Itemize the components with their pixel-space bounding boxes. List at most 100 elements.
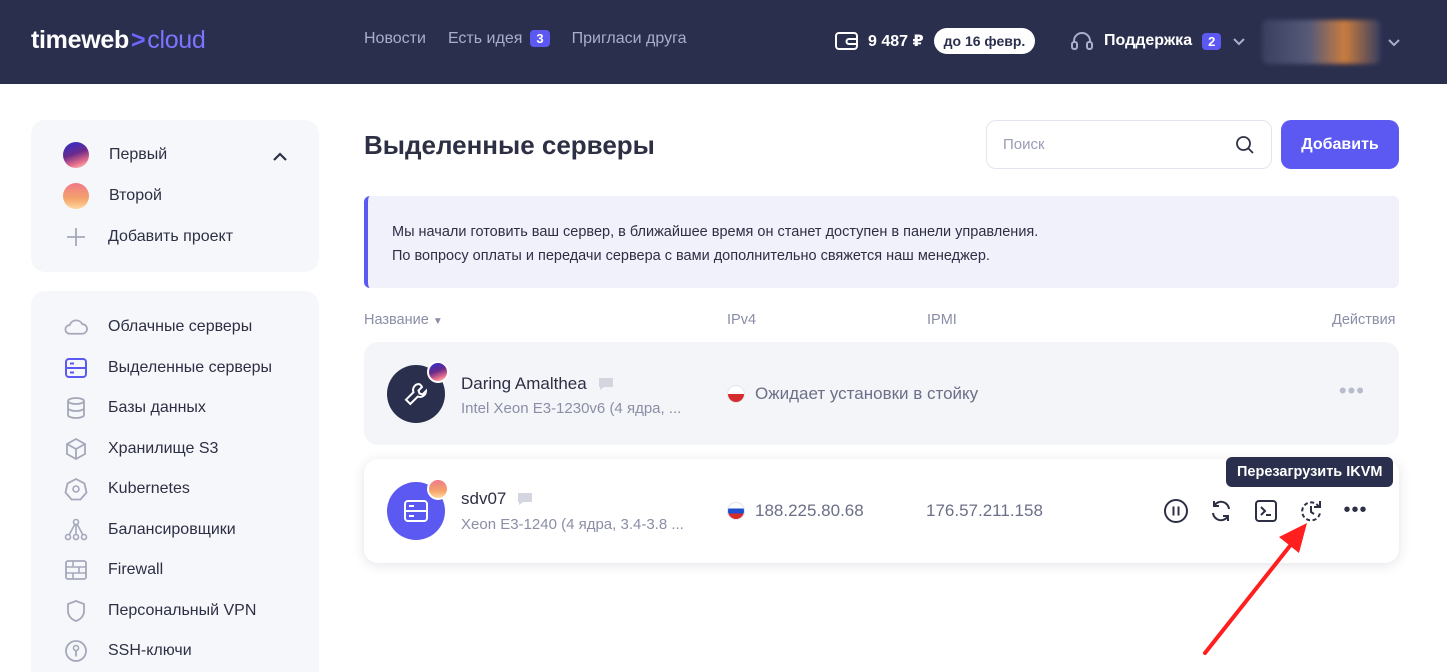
sidebar-item-label: Выделенные серверы (108, 358, 273, 376)
logo-text: timeweb (31, 26, 129, 54)
sort-caret-icon: ▼ (432, 316, 443, 327)
sidebar-item-databases[interactable]: Базы данных (63, 395, 206, 420)
server-name[interactable]: sdv07 (461, 489, 534, 509)
project-avatar (427, 361, 449, 383)
server-name-text: sdv07 (461, 489, 507, 508)
server-ipv4[interactable]: 188.225.80.68 (727, 501, 864, 521)
info-notice: Мы начали готовить ваш сервер, в ближайш… (364, 196, 1399, 288)
sidebar-item-balancers[interactable]: Балансировщики (63, 517, 236, 542)
top-nav: Новости Есть идея 3 Пригласи друга (364, 30, 686, 48)
sidebar-item-firewall[interactable]: Firewall (63, 557, 163, 582)
project-label: Второй (109, 187, 162, 204)
sidebar-item-ssh-keys[interactable]: SSH-ключи (63, 638, 192, 663)
sidebar-item-kubernetes[interactable]: Kubernetes (63, 476, 190, 501)
sidebar-item-label: Kubernetes (108, 479, 190, 497)
project-avatar (63, 142, 89, 168)
notice-line: По вопросу оплаты и передачи сервера с в… (392, 248, 990, 264)
more-actions-button[interactable]: ••• (1339, 378, 1365, 404)
server-ipmi[interactable]: 176.57.211.158 (926, 501, 1043, 521)
balance-until-badge: до 16 февр. (933, 28, 1036, 54)
chevron-down-icon (1233, 38, 1246, 46)
cube-icon (63, 436, 88, 461)
add-project-label: Добавить проект (108, 227, 234, 245)
project-second[interactable]: Второй (63, 183, 162, 209)
server-avatar (387, 361, 449, 423)
firewall-icon (63, 557, 88, 582)
project-label: Первый (109, 146, 168, 163)
pause-icon (1163, 498, 1188, 523)
more-actions-button[interactable]: ••• (1342, 497, 1369, 524)
sidebar-item-vpn[interactable]: Персональный VPN (63, 598, 256, 623)
kubernetes-icon (63, 476, 88, 501)
sidebar-item-label: Базы данных (108, 398, 206, 416)
annotation-arrow-icon (1203, 523, 1307, 655)
project-switcher: Первый Второй Добавить проект (31, 120, 319, 272)
sidebar-item-label: Персональный VPN (108, 601, 257, 619)
top-header: timeweb>cloud Новости Есть идея 3 Приглас… (0, 0, 1447, 84)
balancer-icon (63, 517, 88, 542)
sidebar-item-label: Firewall (108, 560, 164, 578)
server-spec: Xeon E3-1240 (4 ядра, 3.4-3.8 ... (461, 516, 684, 533)
flag-icon (727, 385, 745, 403)
page-title: Выделенные серверы (364, 130, 655, 160)
sidebar-item-label: Балансировщики (108, 520, 236, 538)
nav-idea[interactable]: Есть идея 3 (448, 30, 550, 48)
project-avatar (427, 478, 449, 500)
support-badge: 2 (1202, 32, 1222, 50)
server-icon (404, 500, 428, 522)
search-icon[interactable] (1235, 135, 1255, 155)
nav-idea-label: Есть идея (447, 30, 523, 47)
add-button[interactable]: Добавить (1281, 120, 1399, 169)
cloud-icon (63, 314, 88, 339)
support-label: Поддержка (1104, 32, 1193, 49)
server-spec: Intel Xeon E3-1230v6 (4 ядра, ... (461, 400, 682, 417)
project-first[interactable]: Первый (63, 142, 167, 168)
server-avatar (387, 478, 449, 540)
key-icon (63, 638, 88, 663)
chevron-up-icon[interactable] (271, 148, 289, 166)
wrench-icon (404, 382, 428, 406)
balance[interactable]: 9 487 ₽ до 16 февр. (834, 28, 1036, 54)
table-row[interactable]: Daring Amalthea Intel Xeon E3-1230v6 (4 … (364, 342, 1399, 445)
status-text: Ожидает установки в стойку (755, 384, 979, 403)
nav-invite[interactable]: Пригласи друга (572, 30, 687, 48)
user-account-blurred[interactable] (1262, 20, 1380, 64)
column-name-label: Название (364, 312, 429, 328)
server-icon (63, 355, 88, 380)
shield-icon (63, 598, 88, 623)
column-header-actions: Действия (1332, 312, 1396, 328)
search-input[interactable] (1003, 136, 1235, 153)
nav-news[interactable]: Новости (364, 30, 426, 48)
search-box[interactable] (986, 120, 1272, 169)
nav-idea-badge: 3 (530, 30, 550, 47)
server-status: Ожидает установки в стойку (727, 384, 978, 404)
sidebar-item-dedicated-servers[interactable]: Выделенные серверы (63, 355, 272, 380)
sidebar-item-cloud-servers[interactable]: Облачные серверы (63, 314, 252, 339)
comment-icon[interactable] (597, 376, 615, 392)
database-icon (63, 395, 88, 420)
support-menu[interactable]: Поддержка 2 (1070, 29, 1247, 53)
sidebar-item-label: SSH-ключи (108, 641, 192, 659)
flag-icon (727, 502, 745, 520)
balance-amount: 9 487 ₽ (868, 33, 924, 50)
notice-line: Мы начали готовить ваш сервер, в ближайш… (392, 224, 1039, 240)
column-header-name[interactable]: Название ▼ (364, 312, 443, 328)
column-header-ipv4: IPv4 (727, 312, 757, 328)
server-name[interactable]: Daring Amalthea (461, 374, 615, 394)
comment-icon[interactable] (516, 491, 534, 507)
project-avatar (63, 183, 89, 209)
logo[interactable]: timeweb>cloud (31, 26, 206, 55)
column-header-ipmi: IPMI (927, 312, 957, 328)
headset-icon (1071, 32, 1093, 50)
plus-icon (63, 224, 88, 249)
pause-button[interactable] (1162, 497, 1189, 524)
ipv4-text: 188.225.80.68 (755, 501, 864, 520)
logo-arrow: > (130, 26, 146, 54)
sidebar-item-label: Облачные серверы (108, 317, 253, 335)
tooltip: Перезагрузить IKVM (1226, 457, 1394, 487)
chevron-down-icon[interactable] (1386, 34, 1402, 50)
sidebar-item-label: Хранилище S3 (108, 439, 219, 457)
sidebar-item-s3[interactable]: Хранилище S3 (63, 436, 218, 461)
wallet-icon (835, 32, 858, 50)
add-project-button[interactable]: Добавить проект (63, 224, 233, 249)
